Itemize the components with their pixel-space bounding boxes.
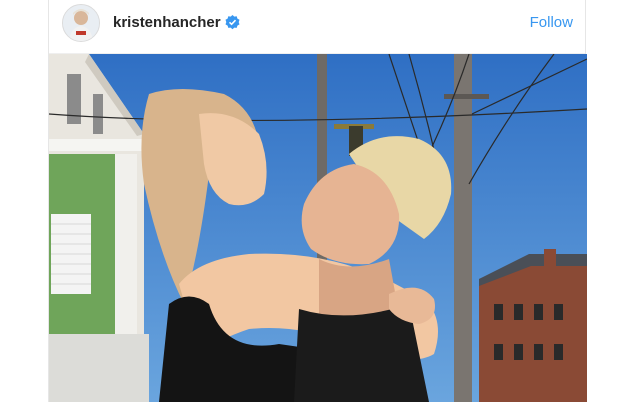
avatar[interactable]	[62, 4, 100, 42]
instagram-post: kristenhancher Follow	[48, 0, 587, 402]
post-photo[interactable]	[49, 54, 587, 402]
post-header: kristenhancher Follow	[49, 0, 585, 54]
verified-badge-icon	[225, 15, 240, 30]
follow-button[interactable]: Follow	[530, 14, 573, 31]
username-link[interactable]: kristenhancher	[113, 14, 221, 31]
